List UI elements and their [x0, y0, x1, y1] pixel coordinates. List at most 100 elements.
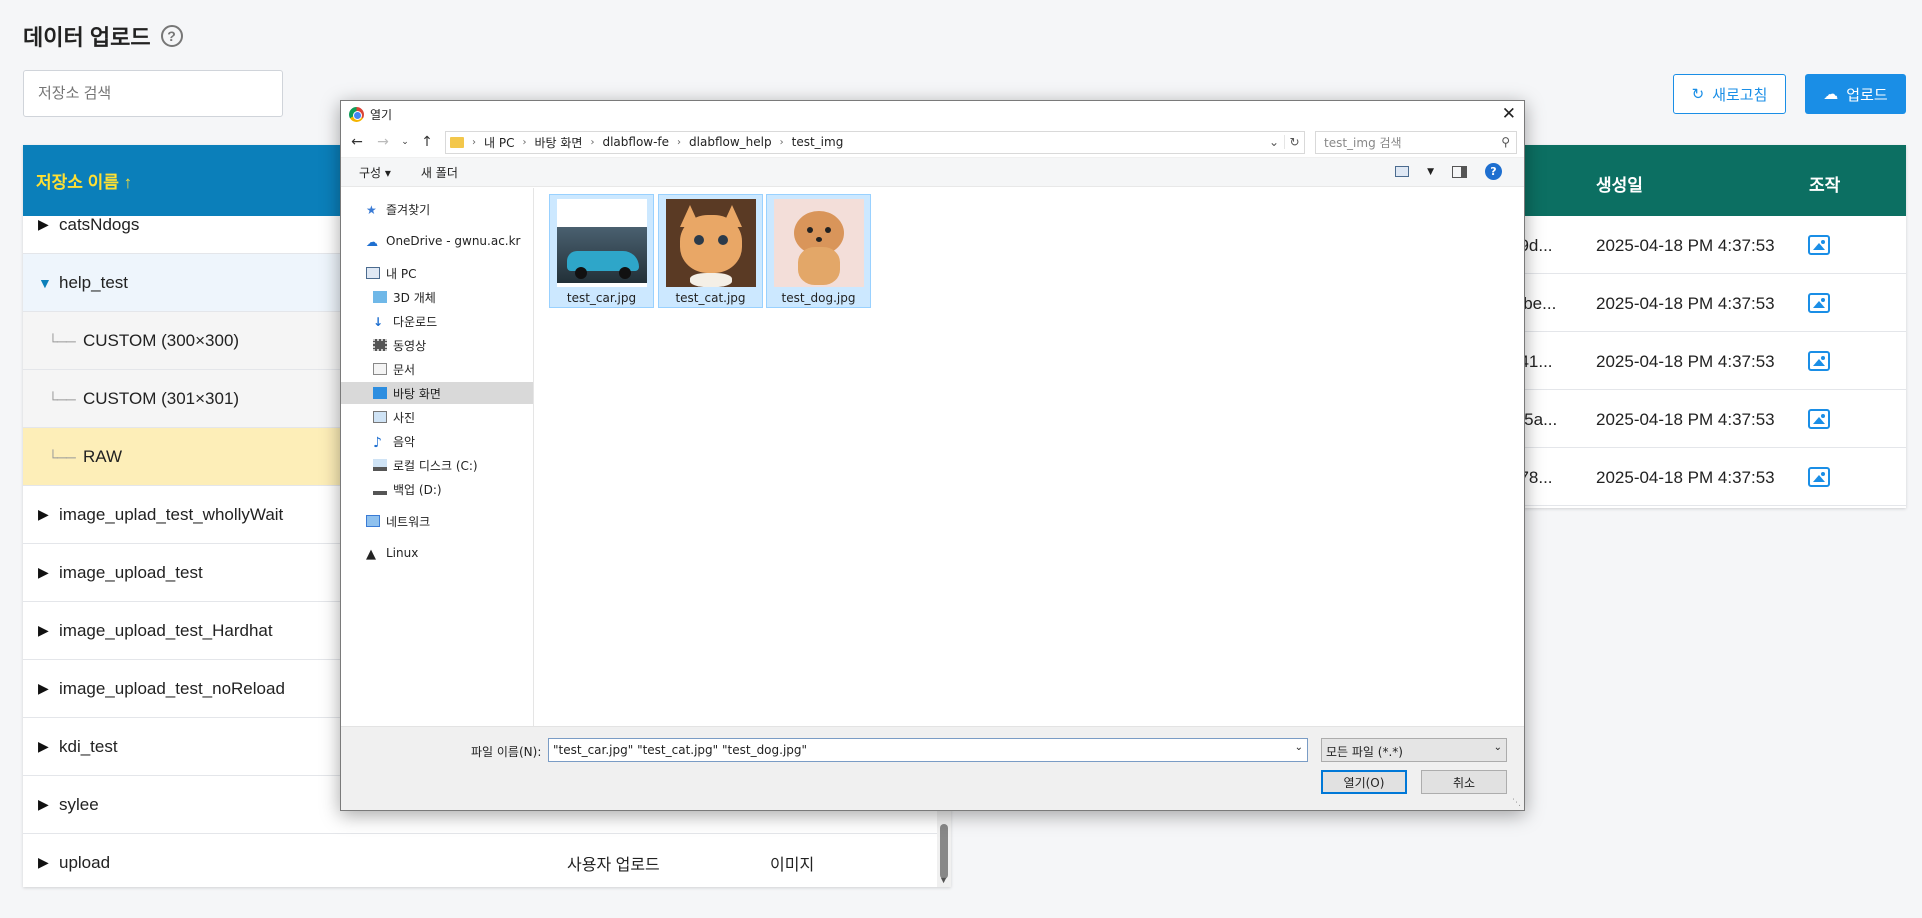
- repo-row-upload[interactable]: ▶ upload 사용자 업로드 이미지: [23, 834, 951, 887]
- drive-icon: [373, 459, 387, 471]
- collapsed-arrow-icon[interactable]: ▶: [23, 506, 59, 523]
- close-icon[interactable]: ✕: [1502, 104, 1516, 124]
- folder-search-input[interactable]: test_img 검색 ⚲: [1315, 130, 1517, 154]
- file-item-test-cat[interactable]: test_cat.jpg: [658, 194, 763, 308]
- dialog-title-bar[interactable]: 열기 ✕: [341, 101, 1524, 127]
- help-icon[interactable]: ?: [160, 25, 183, 47]
- up-arrow-icon[interactable]: ↑: [419, 134, 435, 150]
- chrome-icon: [349, 106, 364, 122]
- nav-item-this-pc[interactable]: 내 PC: [341, 262, 533, 284]
- breadcrumb-item[interactable]: test_img: [792, 135, 844, 149]
- cube-icon: [373, 291, 387, 303]
- collapsed-arrow-icon[interactable]: ▶: [23, 738, 59, 755]
- nav-item-pictures[interactable]: 사진: [341, 406, 533, 428]
- image-preview-icon[interactable]: [1808, 467, 1830, 487]
- image-preview-icon[interactable]: [1808, 409, 1830, 429]
- view-mode-icon[interactable]: [1395, 166, 1410, 177]
- file-date: 2025-04-18 PM 4:37:53: [1596, 410, 1775, 429]
- repo-search-input[interactable]: [23, 70, 283, 117]
- file-item-test-car[interactable]: test_car.jpg: [549, 194, 654, 308]
- breadcrumb-item[interactable]: dlabflow_help: [689, 135, 772, 149]
- nav-item-label: Linux: [386, 546, 419, 560]
- nav-item-label: 3D 개체: [393, 290, 436, 305]
- upload-label: 업로드: [1846, 86, 1888, 104]
- refresh-icon: ↻: [1691, 86, 1705, 103]
- nav-item-backup-d[interactable]: 백업 (D:): [341, 478, 533, 500]
- chevron-down-icon[interactable]: ⌄: [1494, 742, 1502, 753]
- breadcrumb-separator-icon[interactable]: ›: [780, 137, 784, 148]
- navigation-pane: ★ 즐겨찾기 ☁ OneDrive - gwnu.ac.kr 내 PC 3D 개…: [341, 188, 534, 726]
- breadcrumb-item[interactable]: 내 PC: [484, 134, 514, 151]
- resize-grip-icon[interactable]: ⋱: [1512, 798, 1521, 808]
- nav-item-linux[interactable]: ▲ Linux: [341, 542, 533, 564]
- network-icon: [366, 515, 380, 527]
- created-date-column-header[interactable]: 생성일: [1596, 171, 1643, 196]
- file-item-test-dog[interactable]: test_dog.jpg: [766, 194, 871, 308]
- dialog-toolbar: 구성 ▾ 새 폴더 ▼ ?: [341, 157, 1524, 187]
- collapsed-arrow-icon[interactable]: ▶: [23, 622, 59, 639]
- repo-name: sylee: [59, 794, 99, 814]
- nav-item-onedrive[interactable]: ☁ OneDrive - gwnu.ac.kr: [341, 230, 533, 252]
- breadcrumb-item[interactable]: 바탕 화면: [534, 134, 582, 151]
- nav-item-documents[interactable]: 문서: [341, 358, 533, 380]
- dialog-main-area: ★ 즐겨찾기 ☁ OneDrive - gwnu.ac.kr 내 PC 3D 개…: [341, 188, 1524, 726]
- file-row[interactable]: 178... 2025-04-18 PM 4:37:53: [1510, 448, 1906, 506]
- organize-menu[interactable]: 구성 ▾: [359, 164, 391, 181]
- filetype-select[interactable]: 모든 파일 (*.*) ⌄: [1321, 738, 1507, 762]
- image-preview-icon[interactable]: [1808, 235, 1830, 255]
- nav-item-label: 즐겨찾기: [386, 202, 431, 217]
- view-dropdown-icon[interactable]: ▼: [1427, 167, 1434, 177]
- recent-locations-chevron-icon[interactable]: ⌄: [401, 137, 409, 147]
- expanded-arrow-icon[interactable]: ▼: [23, 275, 59, 291]
- file-row[interactable]: 4f5a... 2025-04-18 PM 4:37:53: [1510, 390, 1906, 448]
- nav-item-label: 문서: [393, 362, 416, 377]
- breadcrumb-separator-icon[interactable]: ›: [590, 137, 594, 148]
- breadcrumb-separator-icon[interactable]: ›: [522, 137, 526, 148]
- nav-item-label: 백업 (D:): [393, 482, 442, 497]
- back-arrow-icon[interactable]: ←: [349, 134, 365, 150]
- nav-item-local-disk-c[interactable]: 로컬 디스크 (C:): [341, 454, 533, 476]
- nav-item-label: 다운로드: [393, 314, 438, 329]
- collapsed-arrow-icon[interactable]: ▶: [23, 796, 59, 813]
- address-bar[interactable]: › 내 PC › 바탕 화면 › dlabflow-fe › dlabflow_…: [445, 130, 1305, 154]
- forward-arrow-icon[interactable]: →: [375, 134, 391, 150]
- breadcrumb-item[interactable]: dlabflow-fe: [602, 135, 669, 149]
- repo-name-column-header[interactable]: 저장소 이름 ↑: [36, 168, 132, 193]
- file-row[interactable]: 141... 2025-04-18 PM 4:37:53: [1510, 332, 1906, 390]
- filename-value: "test_car.jpg" "test_cat.jpg" "test_dog.…: [553, 743, 808, 757]
- nav-item-desktop[interactable]: 바탕 화면: [341, 382, 533, 404]
- file-row[interactable]: lebe... 2025-04-18 PM 4:37:53: [1510, 274, 1906, 332]
- file-row[interactable]: 99d... 2025-04-18 PM 4:37:53: [1510, 216, 1906, 274]
- nav-item-favorites[interactable]: ★ 즐겨찾기: [341, 198, 533, 220]
- cat-thumbnail: [665, 199, 756, 287]
- new-folder-button[interactable]: 새 폴더: [421, 164, 458, 181]
- breadcrumb-separator-icon[interactable]: ›: [472, 137, 476, 148]
- upload-button[interactable]: ☁ 업로드: [1805, 74, 1906, 114]
- scrollbar-thumb[interactable]: [940, 824, 948, 879]
- collapsed-arrow-icon[interactable]: ▶: [23, 854, 59, 871]
- nav-item-network[interactable]: 네트워크: [341, 510, 533, 532]
- tree-branch-icon: └──: [48, 390, 76, 407]
- breadcrumb-separator-icon[interactable]: ›: [677, 137, 681, 148]
- refresh-icon[interactable]: ↻: [1284, 135, 1304, 149]
- nav-item-3d-objects[interactable]: 3D 개체: [341, 286, 533, 308]
- image-preview-icon[interactable]: [1808, 351, 1830, 371]
- help-icon[interactable]: ?: [1485, 163, 1502, 180]
- filename-input[interactable]: "test_car.jpg" "test_cat.jpg" "test_dog.…: [548, 738, 1308, 762]
- collapsed-arrow-icon[interactable]: ▶: [23, 216, 59, 233]
- address-dropdown-icon[interactable]: ⌄: [1264, 135, 1284, 149]
- dog-thumbnail: [773, 199, 864, 287]
- nav-item-downloads[interactable]: ↓ 다운로드: [341, 310, 533, 332]
- open-button[interactable]: 열기(O): [1321, 770, 1407, 794]
- refresh-button[interactable]: ↻ 새로고침: [1673, 74, 1786, 114]
- collapsed-arrow-icon[interactable]: ▶: [23, 564, 59, 581]
- chevron-down-icon[interactable]: ⌄: [1295, 742, 1303, 753]
- computer-icon: [366, 267, 380, 279]
- preview-pane-icon[interactable]: [1452, 165, 1467, 178]
- nav-item-videos[interactable]: 동영상: [341, 334, 533, 356]
- collapsed-arrow-icon[interactable]: ▶: [23, 680, 59, 697]
- cancel-button[interactable]: 취소: [1421, 770, 1507, 794]
- image-preview-icon[interactable]: [1808, 293, 1830, 313]
- nav-item-music[interactable]: ♪ 음악: [341, 430, 533, 452]
- scroll-down-icon[interactable]: ▼: [939, 875, 948, 885]
